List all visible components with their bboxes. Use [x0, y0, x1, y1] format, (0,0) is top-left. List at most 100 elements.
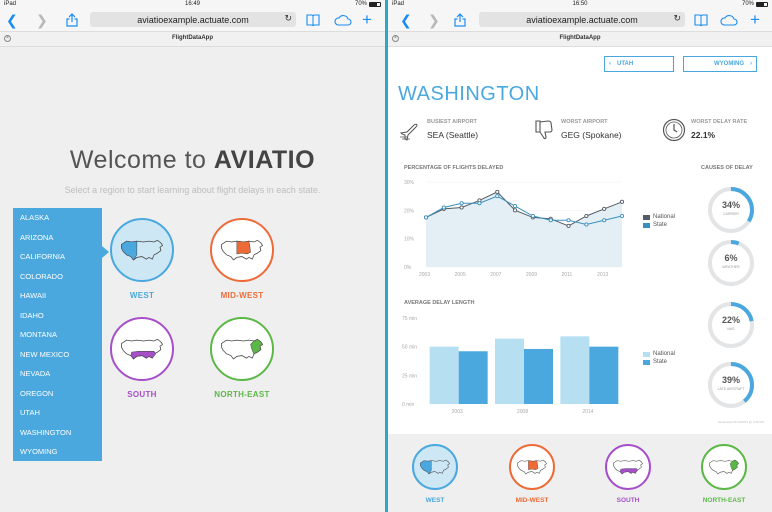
- region-label: NORTH-EAST: [702, 497, 746, 504]
- data-point: [566, 218, 571, 223]
- prev-state-button[interactable]: ‹ UTAH: [604, 56, 674, 72]
- donut-caption: LATE AIRCRAFT: [717, 387, 745, 391]
- x-tick-label: 2003: [452, 409, 463, 415]
- prev-state-label: UTAH: [617, 61, 634, 67]
- state-item-washington[interactable]: WASHINGTON: [13, 426, 102, 446]
- data-point: [566, 223, 571, 228]
- share-icon[interactable]: [454, 11, 466, 29]
- cause-donut-nas: 22% NAS: [706, 300, 756, 350]
- donut-caption: CARRIER: [723, 212, 739, 216]
- region-label: NORTH-EAST: [214, 390, 270, 399]
- bar-national: [495, 338, 524, 404]
- us-map-icon: [110, 218, 174, 282]
- x-tick-label: 2003: [419, 272, 430, 278]
- legend-item-state: State: [643, 358, 675, 366]
- donut-ring: [708, 187, 754, 233]
- battery-percent: 70%: [741, 1, 754, 7]
- region-west-button[interactable]: WEST: [411, 444, 459, 504]
- data-point: [513, 204, 518, 209]
- y-tick-label: 10%: [404, 237, 415, 243]
- region-south-button[interactable]: SOUTH: [604, 444, 652, 504]
- stat-label: WORST AIRPORT: [561, 119, 608, 125]
- airport-city: (Spokane): [582, 130, 622, 140]
- region-south-button[interactable]: SOUTH: [110, 317, 174, 399]
- battery-percent: 70%: [354, 1, 367, 7]
- legend-item-state: State: [643, 221, 675, 229]
- data-point: [459, 201, 464, 206]
- region-mid-west-button[interactable]: MID-WEST: [508, 444, 556, 504]
- carrier-label: iPad: [392, 1, 405, 7]
- address-bar[interactable]: aviatioexample.actuate.com ↻: [479, 12, 685, 27]
- y-tick-label: 30%: [404, 180, 415, 186]
- state-item-oregon[interactable]: OREGON: [13, 387, 102, 407]
- state-item-hawaii[interactable]: HAWAII: [13, 289, 102, 309]
- forward-arrow-icon[interactable]: ❯: [36, 11, 48, 29]
- state-item-alaska[interactable]: ALASKA: [13, 211, 102, 231]
- region-north-east-button[interactable]: NORTH-EAST: [210, 317, 274, 399]
- state-item-arizona[interactable]: ARIZONA: [13, 231, 102, 251]
- avg-delay-bar-chart: 0 min 25 min 50 min 75 min 2003 2008 2014: [402, 316, 619, 415]
- region-north-east-button[interactable]: NORTH-EAST: [700, 444, 748, 504]
- reload-icon[interactable]: ↻: [284, 13, 292, 24]
- state-item-idaho[interactable]: IDAHO: [13, 309, 102, 329]
- left-screen: iPad 16:49 70% ❮ ❯ aviatioexample.actuat…: [0, 0, 385, 512]
- state-item-california[interactable]: CALIFORNIA: [13, 250, 102, 270]
- region-west-button[interactable]: WEST: [110, 218, 174, 300]
- state-item-colorado[interactable]: COLORADO: [13, 270, 102, 290]
- cause-donut-late-aircraft: 39% LATE AIRCRAFT: [706, 360, 756, 410]
- right-screen: iPad 16:50 70% ❮ ❯ aviatioexample.actuat…: [388, 0, 772, 512]
- new-tab-icon[interactable]: +: [750, 10, 760, 29]
- donut-ring: [708, 240, 754, 286]
- share-icon[interactable]: [66, 11, 78, 29]
- flights-delayed-line-chart: 0% 10% 20% 30% 2003 2005 2007 2009 2011 2013: [404, 180, 625, 278]
- bookmarks-icon[interactable]: [306, 11, 320, 29]
- stat-label: BUSIEST AIRPORT: [427, 119, 477, 125]
- reload-icon[interactable]: ↻: [673, 13, 681, 24]
- state-item-nevada[interactable]: NEVADA: [13, 367, 102, 387]
- new-tab-icon[interactable]: +: [362, 10, 372, 29]
- state-item-utah[interactable]: UTAH: [13, 406, 102, 426]
- browser-toolbar: ❮ ❯ aviatioexample.actuate.com ↻ +: [0, 9, 385, 31]
- us-map-icon: [509, 444, 555, 490]
- stat-value: 22.1%: [691, 130, 716, 140]
- forward-arrow-icon[interactable]: ❯: [428, 11, 440, 29]
- tab-title[interactable]: FlightDataApp: [388, 35, 772, 41]
- avg-delay-chart-title: AVERAGE DELAY LENGTH: [404, 300, 475, 306]
- address-bar[interactable]: aviatioexample.actuate.com ↻: [90, 12, 296, 27]
- clock: 16:50: [572, 1, 588, 7]
- welcome-subtitle: Select a region to start learning about …: [64, 185, 321, 195]
- back-arrow-icon[interactable]: ❮: [400, 11, 412, 29]
- cloud-tabs-icon[interactable]: [720, 11, 738, 29]
- battery-icon: [756, 1, 768, 7]
- data-point: [441, 205, 446, 210]
- region-mid-west-button[interactable]: MID-WEST: [210, 218, 274, 300]
- battery-indicator: 70%: [355, 1, 381, 7]
- state-item-montana[interactable]: MONTANA: [13, 328, 102, 348]
- region-label: MID-WEST: [220, 291, 264, 300]
- welcome-prefix: Welcome to: [69, 146, 214, 174]
- back-arrow-icon[interactable]: ❮: [6, 11, 18, 29]
- tab-bar: × FlightDataApp: [388, 31, 772, 47]
- x-tick-label: 2011: [562, 272, 573, 278]
- x-tick-label: 2005: [455, 272, 466, 278]
- state-item-wyoming[interactable]: WYOMING: [13, 445, 102, 465]
- region-label: WEST: [129, 291, 155, 300]
- status-bar: iPad 16:50 70%: [388, 0, 772, 9]
- legend-item-national: National: [643, 213, 675, 221]
- line-chart-legend: National State: [643, 213, 675, 229]
- next-state-button[interactable]: WYOMING ›: [683, 56, 757, 72]
- stat-value: GEG (Spokane): [561, 130, 622, 140]
- battery-indicator: 70%: [742, 1, 768, 7]
- us-map-icon: [701, 444, 747, 490]
- tab-title[interactable]: FlightDataApp: [0, 35, 385, 41]
- causes-title: CAUSES OF DELAY: [701, 165, 753, 171]
- region-nav-bar: WEST MID-WEST SOUTH NORTH-EAST: [388, 434, 772, 512]
- data-point: [602, 218, 607, 223]
- cloud-tabs-icon[interactable]: [334, 11, 352, 29]
- data-point: [459, 205, 464, 210]
- stat-label: WORST DELAY RATE: [691, 119, 748, 125]
- bookmarks-icon[interactable]: [694, 11, 708, 29]
- status-bar: iPad 16:49 70%: [0, 0, 385, 9]
- x-tick-label: 2013: [597, 272, 608, 278]
- state-item-new-mexico[interactable]: NEW MEXICO: [13, 348, 102, 368]
